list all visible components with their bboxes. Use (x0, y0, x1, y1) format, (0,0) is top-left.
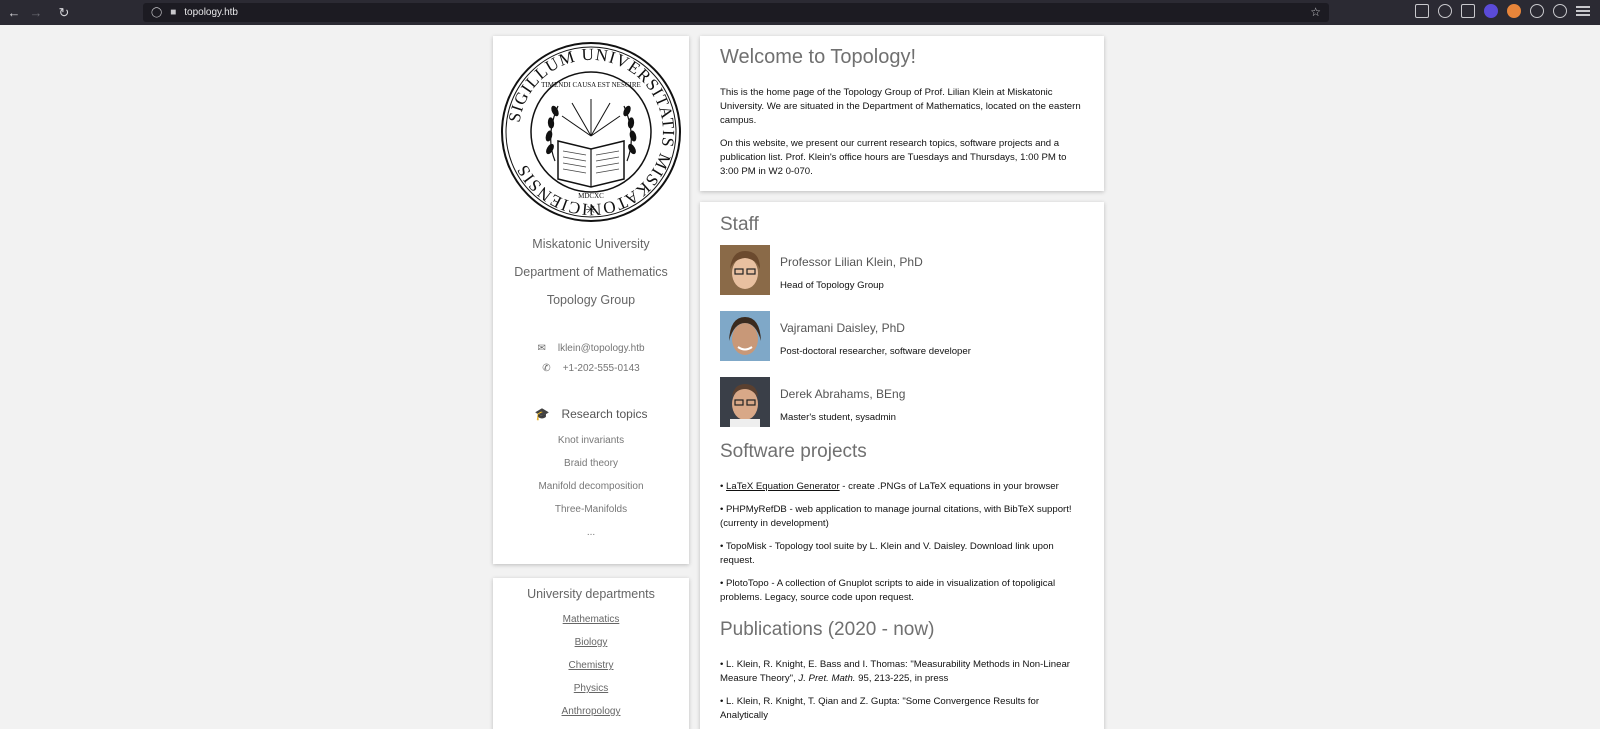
svg-text:MDCXC: MDCXC (578, 192, 604, 200)
welcome-card: Welcome to Topology! This is the home pa… (700, 36, 1104, 191)
staff-member: Vajramani Daisley, PhD Post-doctoral res… (720, 311, 1084, 363)
software-item-text: - create .PNGs of LaTeX equations in you… (839, 481, 1059, 492)
staff-title: Staff (720, 214, 759, 235)
account-icon[interactable] (1438, 4, 1452, 18)
dept-link-physics[interactable]: Physics (493, 683, 689, 694)
staff-photo (720, 311, 770, 361)
publications-title: Publications (2020 - now) (720, 619, 935, 640)
graduation-cap-icon: 🎓 (534, 407, 550, 421)
svg-text:TIMENDI CAUSA EST NESCIRE: TIMENDI CAUSA EST NESCIRE (541, 81, 641, 89)
publication-item: • L. Klein, R. Knight, T. Qian and Z. Gu… (720, 695, 1084, 723)
group-name: Topology Group (546, 293, 636, 307)
dept-link-mathematics[interactable]: Mathematics (493, 614, 689, 625)
software-item: • TopoMisk - Topology tool suite by L. K… (720, 540, 1084, 568)
staff-role: Master's student, sysadmin (780, 412, 896, 423)
dept-link-anthropology[interactable]: Anthropology (493, 706, 689, 717)
phone-row: ✆ +1-202-555-0143 (493, 363, 689, 374)
university-name: Miskatonic University (532, 237, 650, 251)
bullet: • (720, 696, 724, 707)
staff-photo (720, 377, 770, 427)
pocket-icon[interactable] (1415, 4, 1429, 18)
welcome-paragraph-1: This is the home page of the Topology Gr… (720, 87, 1081, 126)
university-seal-logo: SIGILLUM UNIVERSITATIS MISKATONICIENSIS … (501, 42, 681, 222)
dept-link-chemistry[interactable]: Chemistry (493, 660, 689, 671)
bookmark-star-icon[interactable]: ☆ (1310, 5, 1321, 19)
main-content-card: Staff Professor Lilian Klein, PhD Head o… (700, 202, 1104, 729)
departments-card: University departments Mathematics Biolo… (493, 578, 689, 729)
bullet: • (720, 578, 724, 589)
topic-item: Manifold decomposition (538, 481, 644, 492)
bullet: • (720, 659, 724, 670)
sidebar-card: SIGILLUM UNIVERSITATIS MISKATONICIENSIS … (493, 36, 689, 564)
staff-member: Derek Abrahams, BEng Master's student, s… (720, 377, 1084, 429)
departments-title: University departments (527, 587, 655, 601)
topic-item: ... (586, 527, 596, 538)
extensions-icon[interactable] (1461, 4, 1475, 18)
phone-number: +1-202-555-0143 (562, 363, 640, 374)
settings-gear-icon[interactable] (1530, 4, 1544, 18)
latex-generator-link[interactable]: LaTeX Equation Generator (726, 481, 840, 492)
research-topics-label: Research topics (561, 407, 648, 421)
publication-item: • L. Klein, R. Knight, E. Bass and I. Th… (720, 658, 1084, 686)
shield-icon[interactable]: ◯ (151, 7, 162, 18)
welcome-title: Welcome to Topology! (720, 46, 917, 68)
publication-journal: J. Pret. Math. (798, 673, 856, 684)
staff-name: Derek Abrahams, BEng (780, 387, 906, 401)
staff-name: Vajramani Daisley, PhD (780, 321, 905, 335)
bullet: • (720, 481, 724, 492)
software-item: • PHPMyRefDB - web application to manage… (720, 503, 1084, 531)
envelope-icon: ✉ (537, 343, 546, 354)
email-link[interactable]: lklein@topology.htb (558, 343, 645, 354)
email-row: ✉ lklein@topology.htb (493, 343, 689, 354)
url-text[interactable]: topology.htb (184, 7, 238, 18)
software-item: • PlotoTopo - A collection of Gnuplot sc… (720, 577, 1084, 605)
department-name: Department of Mathematics (514, 265, 668, 279)
welcome-paragraph-2: On this website, we present our current … (720, 138, 1067, 177)
svg-text:✳: ✳ (586, 203, 597, 218)
bullet: • (720, 504, 724, 515)
phone-icon: ✆ (542, 363, 551, 374)
address-bar[interactable]: ◯ ■ topology.htb ☆ (143, 3, 1329, 22)
software-item: • LaTeX Equation Generator - create .PNG… (720, 480, 1084, 494)
dept-link-biology[interactable]: Biology (493, 637, 689, 648)
profile-avatar-icon[interactable] (1553, 4, 1567, 18)
research-topics-heading: 🎓 Research topics (493, 407, 689, 421)
software-item-text: PlotoTopo - A collection of Gnuplot scri… (720, 578, 1056, 603)
forward-icon[interactable]: → (25, 2, 47, 24)
software-item-text: TopoMisk - Topology tool suite by L. Kle… (720, 541, 1054, 566)
staff-role: Head of Topology Group (780, 280, 884, 291)
publication-details: 95, 213-225, in press (855, 673, 949, 684)
publication-authors: L. Klein, R. Knight, T. Qian and Z. Gupt… (720, 696, 1040, 721)
reload-icon[interactable]: ↻ (53, 2, 75, 24)
lock-icon[interactable]: ■ (170, 7, 176, 18)
bullet: • (720, 541, 724, 552)
hamburger-menu-icon[interactable] (1576, 6, 1590, 16)
staff-photo (720, 245, 770, 295)
back-icon[interactable]: ← (3, 2, 25, 24)
staff-member: Professor Lilian Klein, PhD Head of Topo… (720, 245, 1084, 297)
topic-item: Knot invariants (557, 435, 625, 446)
extension-fox-icon[interactable] (1507, 4, 1521, 18)
extension-badge-icon[interactable] (1484, 4, 1498, 18)
software-item-text: PHPMyRefDB - web application to manage j… (720, 504, 1072, 529)
staff-role: Post-doctoral researcher, software devel… (780, 346, 971, 357)
topic-item: Three-Manifolds (554, 504, 628, 515)
topic-item: Braid theory (564, 458, 618, 469)
browser-toolbar: ← → ↻ ◯ ■ topology.htb ☆ (0, 0, 1600, 25)
staff-name: Professor Lilian Klein, PhD (780, 255, 923, 269)
software-title: Software projects (720, 441, 867, 462)
